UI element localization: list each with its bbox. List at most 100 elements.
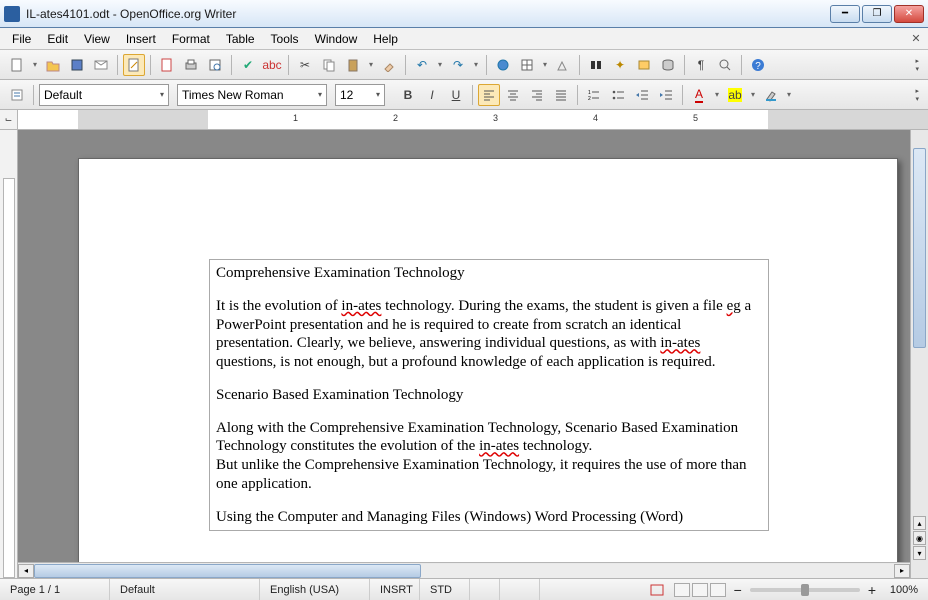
format-paintbrush-button[interactable]	[378, 54, 400, 76]
font-color-button[interactable]: A	[688, 84, 710, 106]
status-language[interactable]: English (USA)	[260, 579, 370, 600]
new-doc-dropdown[interactable]: ▾	[30, 60, 40, 69]
menu-file[interactable]: File	[4, 30, 39, 48]
status-signature[interactable]	[500, 579, 540, 600]
font-name-select[interactable]: Times New Roman▾	[177, 84, 327, 106]
numbered-list-button[interactable]: 12	[583, 84, 605, 106]
navigator-button[interactable]: ✦	[609, 54, 631, 76]
view-single-page[interactable]	[674, 583, 690, 597]
view-multi-page[interactable]	[692, 583, 708, 597]
undo-button[interactable]: ↶	[411, 54, 433, 76]
paragraph[interactable]: Along with the Comprehensive Examination…	[216, 419, 762, 457]
show-draw-button[interactable]	[552, 54, 574, 76]
email-button[interactable]	[90, 54, 112, 76]
zoom-percent[interactable]: 100%	[878, 579, 928, 600]
paragraph[interactable]: But unlike the Comprehensive Examination…	[216, 456, 762, 494]
redo-button[interactable]: ↷	[447, 54, 469, 76]
document-canvas[interactable]: Comprehensive Examination Technology It …	[18, 130, 910, 578]
paragraph[interactable]: Comprehensive Examination Technology	[216, 264, 762, 283]
close-button[interactable]: ✕	[894, 5, 924, 23]
status-outline[interactable]	[646, 579, 668, 600]
next-page-button[interactable]: ▾	[913, 546, 926, 560]
zoom-button[interactable]	[714, 54, 736, 76]
prev-page-button[interactable]: ▴	[913, 516, 926, 530]
status-modified[interactable]	[470, 579, 500, 600]
menu-view[interactable]: View	[76, 30, 118, 48]
vertical-ruler[interactable]	[0, 130, 18, 578]
undo-dropdown[interactable]: ▾	[435, 60, 445, 69]
hyperlink-button[interactable]	[492, 54, 514, 76]
table-button[interactable]	[516, 54, 538, 76]
page-preview-button[interactable]	[204, 54, 226, 76]
background-color-dropdown[interactable]: ▾	[784, 90, 794, 99]
horizontal-ruler[interactable]: 1 1 2 3 4 5 6 7	[18, 110, 928, 129]
redo-dropdown[interactable]: ▾	[471, 60, 481, 69]
align-right-button[interactable]	[526, 84, 548, 106]
font-size-select[interactable]: 12▾	[335, 84, 385, 106]
bullet-list-button[interactable]	[607, 84, 629, 106]
paragraph[interactable]: Using the Computer and Managing Files (W…	[216, 508, 762, 527]
paste-button[interactable]	[342, 54, 364, 76]
print-button[interactable]	[180, 54, 202, 76]
toolbar-overflow[interactable]: ▸▾	[912, 57, 922, 73]
table-dropdown[interactable]: ▾	[540, 60, 550, 69]
copy-button[interactable]	[318, 54, 340, 76]
maximize-button[interactable]: ❐	[862, 5, 892, 23]
navigation-button[interactable]: ◉	[913, 531, 926, 545]
status-insert-mode[interactable]: INSRT	[370, 579, 420, 600]
menu-edit[interactable]: Edit	[39, 30, 76, 48]
menu-table[interactable]: Table	[218, 30, 263, 48]
align-left-button[interactable]	[478, 84, 500, 106]
find-button[interactable]	[585, 54, 607, 76]
spellcheck-button[interactable]: ✔	[237, 54, 259, 76]
gallery-button[interactable]	[633, 54, 655, 76]
text-frame[interactable]: Comprehensive Examination Technology It …	[209, 259, 769, 531]
toolbar-overflow[interactable]: ▸▾	[912, 87, 922, 103]
data-sources-button[interactable]	[657, 54, 679, 76]
scrollbar-track[interactable]	[34, 564, 894, 578]
status-page[interactable]: Page 1 / 1	[0, 579, 110, 600]
bold-button[interactable]: B	[397, 84, 419, 106]
decrease-indent-button[interactable]	[631, 84, 653, 106]
menu-window[interactable]: Window	[307, 30, 366, 48]
zoom-slider-knob[interactable]	[801, 584, 809, 596]
highlight-dropdown[interactable]: ▾	[748, 90, 758, 99]
auto-spellcheck-button[interactable]: abc	[261, 54, 283, 76]
scroll-left-button[interactable]: ◂	[18, 564, 34, 578]
close-document-button[interactable]: ✕	[908, 32, 924, 46]
horizontal-scrollbar[interactable]: ◂ ▸	[18, 562, 910, 578]
status-selection-mode[interactable]: STD	[420, 579, 470, 600]
highlight-button[interactable]: ab	[724, 84, 746, 106]
menu-tools[interactable]: Tools	[263, 30, 307, 48]
zoom-slider[interactable]	[750, 588, 860, 592]
font-color-dropdown[interactable]: ▾	[712, 90, 722, 99]
align-justify-button[interactable]	[550, 84, 572, 106]
help-button[interactable]: ?	[747, 54, 769, 76]
menu-format[interactable]: Format	[164, 30, 218, 48]
export-pdf-button[interactable]	[156, 54, 178, 76]
save-button[interactable]	[66, 54, 88, 76]
paragraph[interactable]: Scenario Based Examination Technology	[216, 386, 762, 405]
paragraph-style-select[interactable]: Default▾	[39, 84, 169, 106]
menu-insert[interactable]: Insert	[118, 30, 164, 48]
paragraph[interactable]: It is the evolution of in-ates technolog…	[216, 297, 762, 372]
scrollbar-thumb[interactable]	[913, 148, 926, 348]
underline-button[interactable]: U	[445, 84, 467, 106]
vertical-scrollbar[interactable]: ▴ ◉ ▾	[910, 130, 928, 578]
edit-file-button[interactable]	[123, 54, 145, 76]
minimize-button[interactable]: ━	[830, 5, 860, 23]
menu-help[interactable]: Help	[365, 30, 406, 48]
zoom-in-button[interactable]: +	[866, 579, 878, 600]
zoom-out-button[interactable]: −	[732, 579, 744, 600]
align-center-button[interactable]	[502, 84, 524, 106]
background-color-button[interactable]	[760, 84, 782, 106]
paste-dropdown[interactable]: ▾	[366, 60, 376, 69]
italic-button[interactable]: I	[421, 84, 443, 106]
view-book[interactable]	[710, 583, 726, 597]
status-style[interactable]: Default	[110, 579, 260, 600]
open-button[interactable]	[42, 54, 64, 76]
nonprinting-button[interactable]: ¶	[690, 54, 712, 76]
page[interactable]: Comprehensive Examination Technology It …	[78, 158, 898, 578]
scroll-right-button[interactable]: ▸	[894, 564, 910, 578]
scrollbar-thumb[interactable]	[34, 564, 421, 578]
